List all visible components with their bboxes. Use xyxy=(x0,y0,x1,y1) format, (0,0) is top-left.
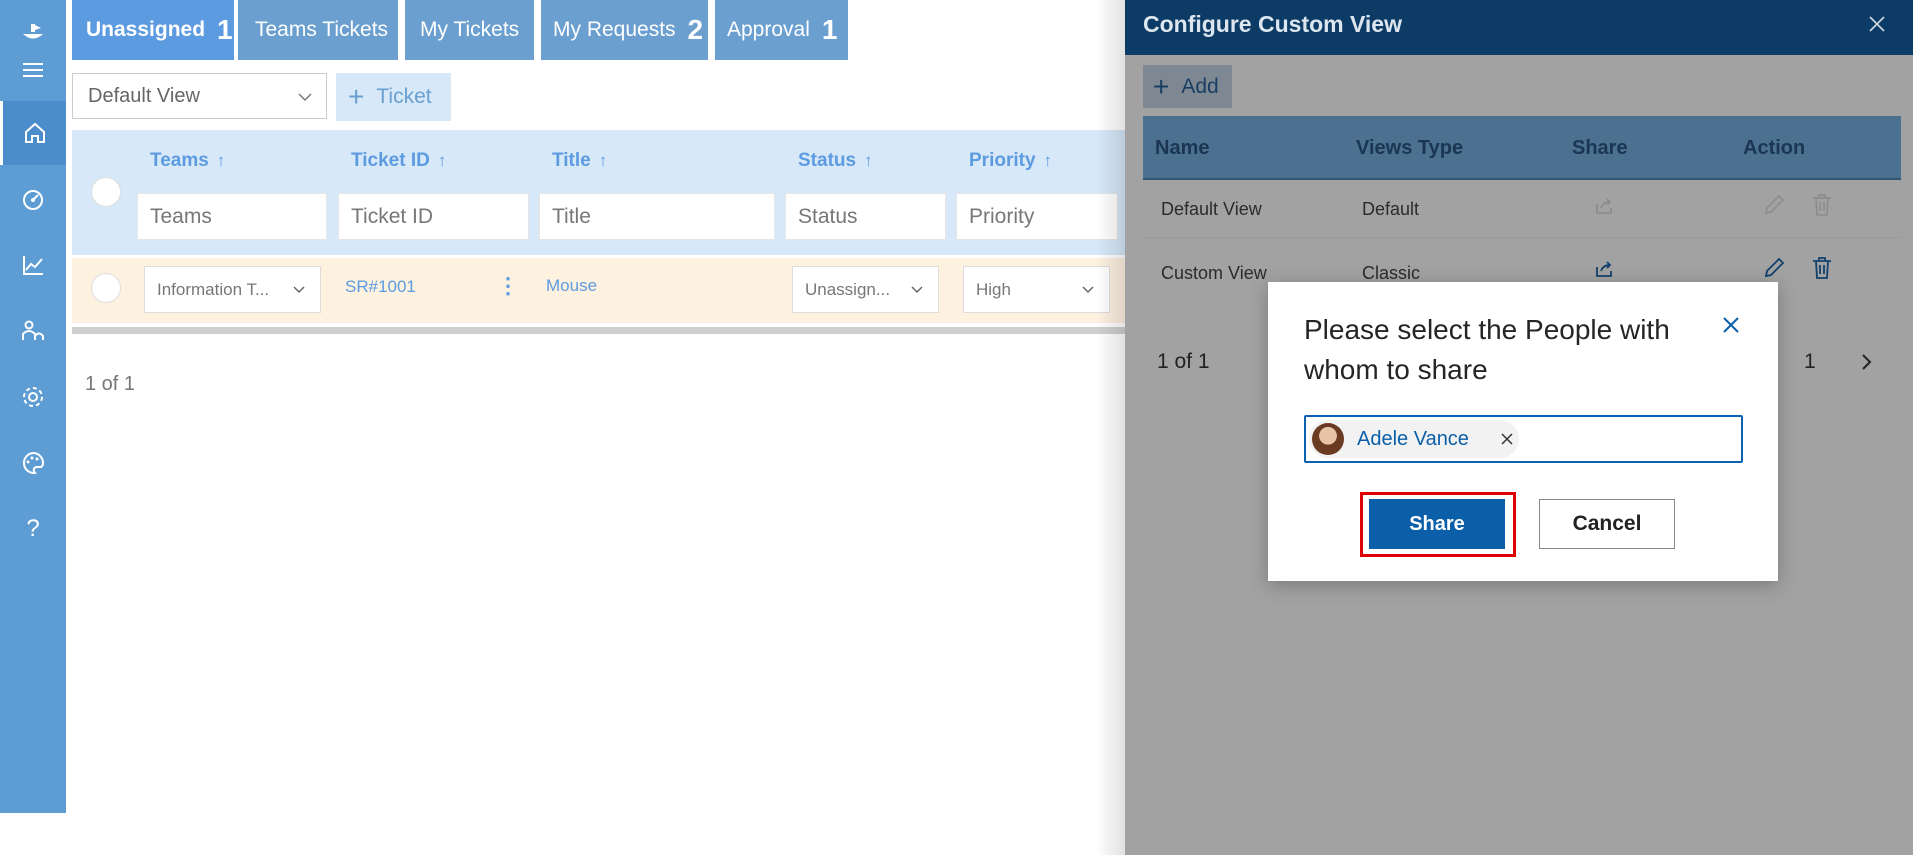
tab-label: My Requests xyxy=(553,18,676,41)
column-header-priority[interactable]: Priority ↑ xyxy=(969,150,1052,172)
panel-pager-text: 1 of 1 xyxy=(1157,350,1210,373)
filter-status[interactable]: Status xyxy=(785,193,946,240)
person-chip: Adele Vance xyxy=(1309,420,1519,458)
view-select-value: Default View xyxy=(88,84,200,107)
tab-teams-tickets[interactable]: Teams Tickets xyxy=(238,0,398,60)
share-icon xyxy=(1596,198,1612,214)
panel-header: Configure Custom View xyxy=(1125,0,1913,55)
sort-asc-icon: ↑ xyxy=(864,151,873,170)
tab-badge: 1 xyxy=(217,14,233,45)
close-icon[interactable] xyxy=(1865,12,1889,36)
view-type: Default xyxy=(1362,199,1420,219)
add-button-label: Add xyxy=(1181,74,1219,98)
filter-teams[interactable]: Teams xyxy=(137,193,327,240)
remove-person-icon[interactable] xyxy=(1499,431,1515,447)
sort-asc-icon: ↑ xyxy=(598,151,608,170)
close-icon[interactable] xyxy=(1720,314,1742,336)
sort-asc-icon: ↑ xyxy=(1043,151,1053,170)
share-button[interactable]: Share xyxy=(1369,499,1505,549)
cancel-button[interactable]: Cancel xyxy=(1539,499,1675,549)
more-options-icon[interactable]: ⋮ xyxy=(497,275,519,297)
settings-icon[interactable] xyxy=(0,365,66,429)
chevron-down-icon xyxy=(911,286,923,294)
tab-label: Approval xyxy=(727,18,810,41)
priority-select[interactable]: High xyxy=(963,266,1110,313)
plus-icon: + xyxy=(1153,70,1170,102)
people-icon[interactable] xyxy=(0,299,66,363)
edit-icon[interactable] xyxy=(1761,255,1787,281)
column-header-teams[interactable]: Teams ↑ xyxy=(150,150,225,172)
column-header-name: Name xyxy=(1155,137,1210,159)
chevron-right-icon[interactable] xyxy=(1854,350,1878,374)
column-header-action: Action xyxy=(1743,137,1806,159)
filter-ticket-id[interactable]: Ticket ID xyxy=(338,193,529,240)
tab-my-requests[interactable]: My Requests 2 xyxy=(541,0,708,60)
sort-asc-icon: ↑ xyxy=(437,151,447,170)
person-name: Adele Vance xyxy=(1357,428,1469,450)
row-select-radio[interactable] xyxy=(91,273,121,303)
add-ticket-button[interactable]: + Ticket xyxy=(336,73,451,121)
ticket-button-label: Ticket xyxy=(376,85,432,108)
filter-title[interactable]: Title xyxy=(539,193,775,240)
tab-unassigned[interactable]: Unassigned 1 xyxy=(72,0,234,60)
dashboard-icon[interactable] xyxy=(0,167,66,231)
horizontal-scrollbar[interactable] xyxy=(72,327,1125,334)
tab-label: My Tickets xyxy=(420,18,520,41)
tab-label: Unassigned xyxy=(86,18,206,41)
pager-text: 1 of 1 xyxy=(85,373,136,395)
tab-badge: 2 xyxy=(687,14,704,45)
column-header-share: Share xyxy=(1572,137,1628,159)
tab-my-tickets[interactable]: My Tickets xyxy=(405,0,534,60)
people-picker-input[interactable]: Adele Vance xyxy=(1304,415,1743,463)
edit-icon xyxy=(1765,194,1785,214)
home-icon[interactable] xyxy=(0,101,66,165)
tab-label: Teams Tickets xyxy=(255,18,389,41)
avatar xyxy=(1312,423,1344,455)
chevron-down-icon xyxy=(1082,286,1094,294)
view-type: Classic xyxy=(1362,263,1421,283)
delete-icon[interactable] xyxy=(1810,255,1834,281)
select-all-radio[interactable] xyxy=(91,177,121,207)
help-icon[interactable]: ? xyxy=(0,497,66,561)
palette-icon[interactable] xyxy=(0,431,66,495)
tab-badge: 1 xyxy=(821,14,838,45)
view-name: Default View xyxy=(1161,199,1262,219)
share-icon[interactable] xyxy=(1592,257,1616,281)
column-header-ticket-id[interactable]: Ticket ID ↑ xyxy=(351,150,446,172)
status-select[interactable]: Unassign... xyxy=(792,266,939,313)
share-dialog: Please select the People with whom to sh… xyxy=(1268,282,1778,581)
menu-icon[interactable] xyxy=(0,38,66,102)
view-name: Custom View xyxy=(1161,263,1267,283)
panel-shadow xyxy=(1096,0,1126,855)
chevron-down-icon xyxy=(293,286,305,294)
row-divider xyxy=(1143,237,1901,238)
dialog-title: Please select the People with whom to sh… xyxy=(1304,314,1670,385)
panel-title: Configure Custom View xyxy=(1143,11,1402,37)
sidebar: ? xyxy=(0,0,66,813)
analytics-icon[interactable] xyxy=(0,233,66,297)
view-select[interactable]: Default View xyxy=(72,73,327,119)
team-select[interactable]: Information T... xyxy=(144,266,321,313)
title-link[interactable]: Mouse xyxy=(546,276,597,296)
ticket-id-link[interactable]: SR#1001 xyxy=(345,277,416,297)
column-header-views-type: Views Type xyxy=(1356,137,1464,159)
delete-icon xyxy=(1813,194,1831,216)
tab-approval[interactable]: Approval 1 xyxy=(715,0,848,60)
filter-priority[interactable]: Priority xyxy=(956,193,1118,240)
plus-icon: + xyxy=(348,81,365,112)
column-header-status[interactable]: Status ↑ xyxy=(798,150,873,172)
add-view-button[interactable]: + Add xyxy=(1143,65,1232,108)
sort-asc-icon: ↑ xyxy=(216,151,226,170)
chevron-down-icon xyxy=(298,93,312,102)
page-number[interactable]: 1 xyxy=(1804,350,1816,374)
column-header-title[interactable]: Title ↑ xyxy=(552,150,607,172)
